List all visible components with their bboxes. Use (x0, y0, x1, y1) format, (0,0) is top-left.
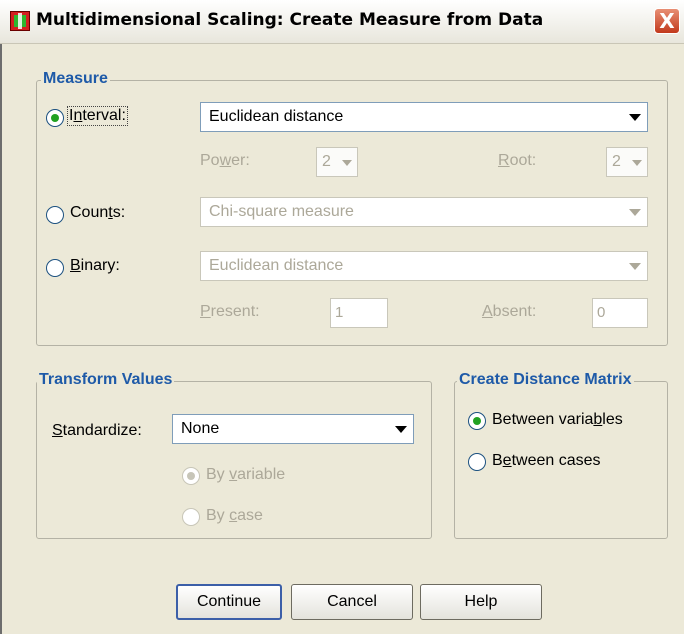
distance-matrix-legend: Create Distance Matrix (457, 371, 634, 389)
root-label-mnemonic: R (498, 152, 510, 169)
close-button[interactable]: X (654, 8, 680, 34)
binary-label-mnemonic: B (70, 257, 81, 274)
counts-measure-value: Chi-square measure (209, 203, 354, 220)
root-label: Root: (498, 152, 536, 170)
binary-label-rest: inary: (80, 257, 120, 274)
between-cases-label[interactable]: Between cases (492, 452, 601, 470)
between-cases-mnemonic: e (502, 452, 512, 469)
transform-values-legend: Transform Values (37, 371, 175, 389)
chevron-down-icon (342, 160, 352, 166)
between-cases-radio[interactable] (468, 453, 486, 471)
by-variable-prefix: By (206, 466, 230, 483)
title-bar[interactable]: Multidimensional Scaling: Create Measure… (0, 0, 684, 44)
standardize-value: None (181, 420, 220, 437)
absent-label-rest: bsent: (492, 303, 537, 320)
continue-button[interactable]: Continue (176, 584, 282, 620)
chevron-down-icon (629, 209, 641, 216)
present-label: Present: (200, 303, 260, 321)
power-label-mnemonic: w (219, 152, 232, 169)
present-label-rest: resent: (210, 303, 260, 320)
window-border (0, 44, 2, 634)
standardize-label-rest: tandardize: (62, 422, 142, 439)
binary-measure-value: Euclidean distance (209, 257, 344, 274)
between-cases-rest: tween cases (511, 452, 601, 469)
present-value-field[interactable]: 1 (330, 298, 388, 328)
power-select[interactable]: 2 (316, 147, 358, 177)
power-label: Power: (200, 152, 250, 170)
absent-value-field[interactable]: 0 (592, 298, 648, 328)
app-icon (10, 11, 30, 31)
binary-radio[interactable] (46, 259, 64, 277)
standardize-label-mnemonic: S (52, 422, 63, 439)
by-case-prefix: By (206, 507, 230, 524)
by-case-radio[interactable] (182, 508, 200, 526)
power-value: 2 (322, 153, 331, 170)
between-variables-rest: les (602, 411, 623, 428)
root-label-rest: oot: (509, 152, 537, 169)
between-variables-prefix: Between varia (492, 411, 594, 428)
binary-measure-select[interactable]: Euclidean distance (200, 251, 648, 281)
root-select[interactable]: 2 (606, 147, 648, 177)
counts-label[interactable]: Counts: (70, 204, 125, 222)
between-cases-prefix: B (492, 452, 503, 469)
dialog-window: Multidimensional Scaling: Create Measure… (0, 0, 684, 634)
between-variables-mnemonic: b (593, 411, 603, 428)
counts-radio[interactable] (46, 206, 64, 224)
cancel-button[interactable]: Cancel (291, 584, 413, 620)
window-title: Multidimensional Scaling: Create Measure… (36, 10, 544, 30)
power-label-rest: er: (231, 152, 250, 169)
chevron-down-icon (632, 160, 642, 166)
chevron-down-icon (629, 114, 641, 121)
root-value: 2 (612, 153, 621, 170)
binary-label[interactable]: Binary: (70, 257, 120, 275)
by-case-mnemonic: c (229, 507, 238, 524)
counts-label-rest: s: (112, 204, 126, 221)
by-variable-radio[interactable] (182, 467, 200, 485)
help-button[interactable]: Help (420, 584, 542, 620)
chevron-down-icon (395, 426, 407, 433)
present-label-mnemonic: P (200, 303, 211, 320)
standardize-label: Standardize: (52, 422, 142, 440)
interval-measure-select[interactable]: Euclidean distance (200, 102, 648, 132)
absent-label: Absent: (482, 303, 536, 321)
between-variables-radio[interactable] (468, 412, 486, 430)
counts-measure-select[interactable]: Chi-square measure (200, 197, 648, 227)
chevron-down-icon (629, 263, 641, 270)
by-case-label[interactable]: By case (206, 507, 263, 525)
standardize-select[interactable]: None (172, 414, 414, 444)
absent-label-mnemonic: A (482, 303, 493, 320)
measure-legend: Measure (41, 70, 110, 88)
interval-measure-value: Euclidean distance (209, 108, 344, 125)
interval-radio[interactable] (46, 109, 64, 127)
interval-label[interactable]: Interval: (67, 106, 128, 126)
by-variable-label[interactable]: By variable (206, 466, 285, 484)
interval-label-rest: terval: (82, 107, 126, 124)
power-label-prefix: Po (200, 152, 220, 169)
by-variable-rest: ariable (237, 466, 286, 483)
between-variables-label[interactable]: Between variables (492, 411, 623, 429)
by-variable-mnemonic: v (229, 466, 238, 483)
by-case-rest: ase (237, 507, 263, 524)
counts-label-prefix: Coun (70, 204, 109, 221)
